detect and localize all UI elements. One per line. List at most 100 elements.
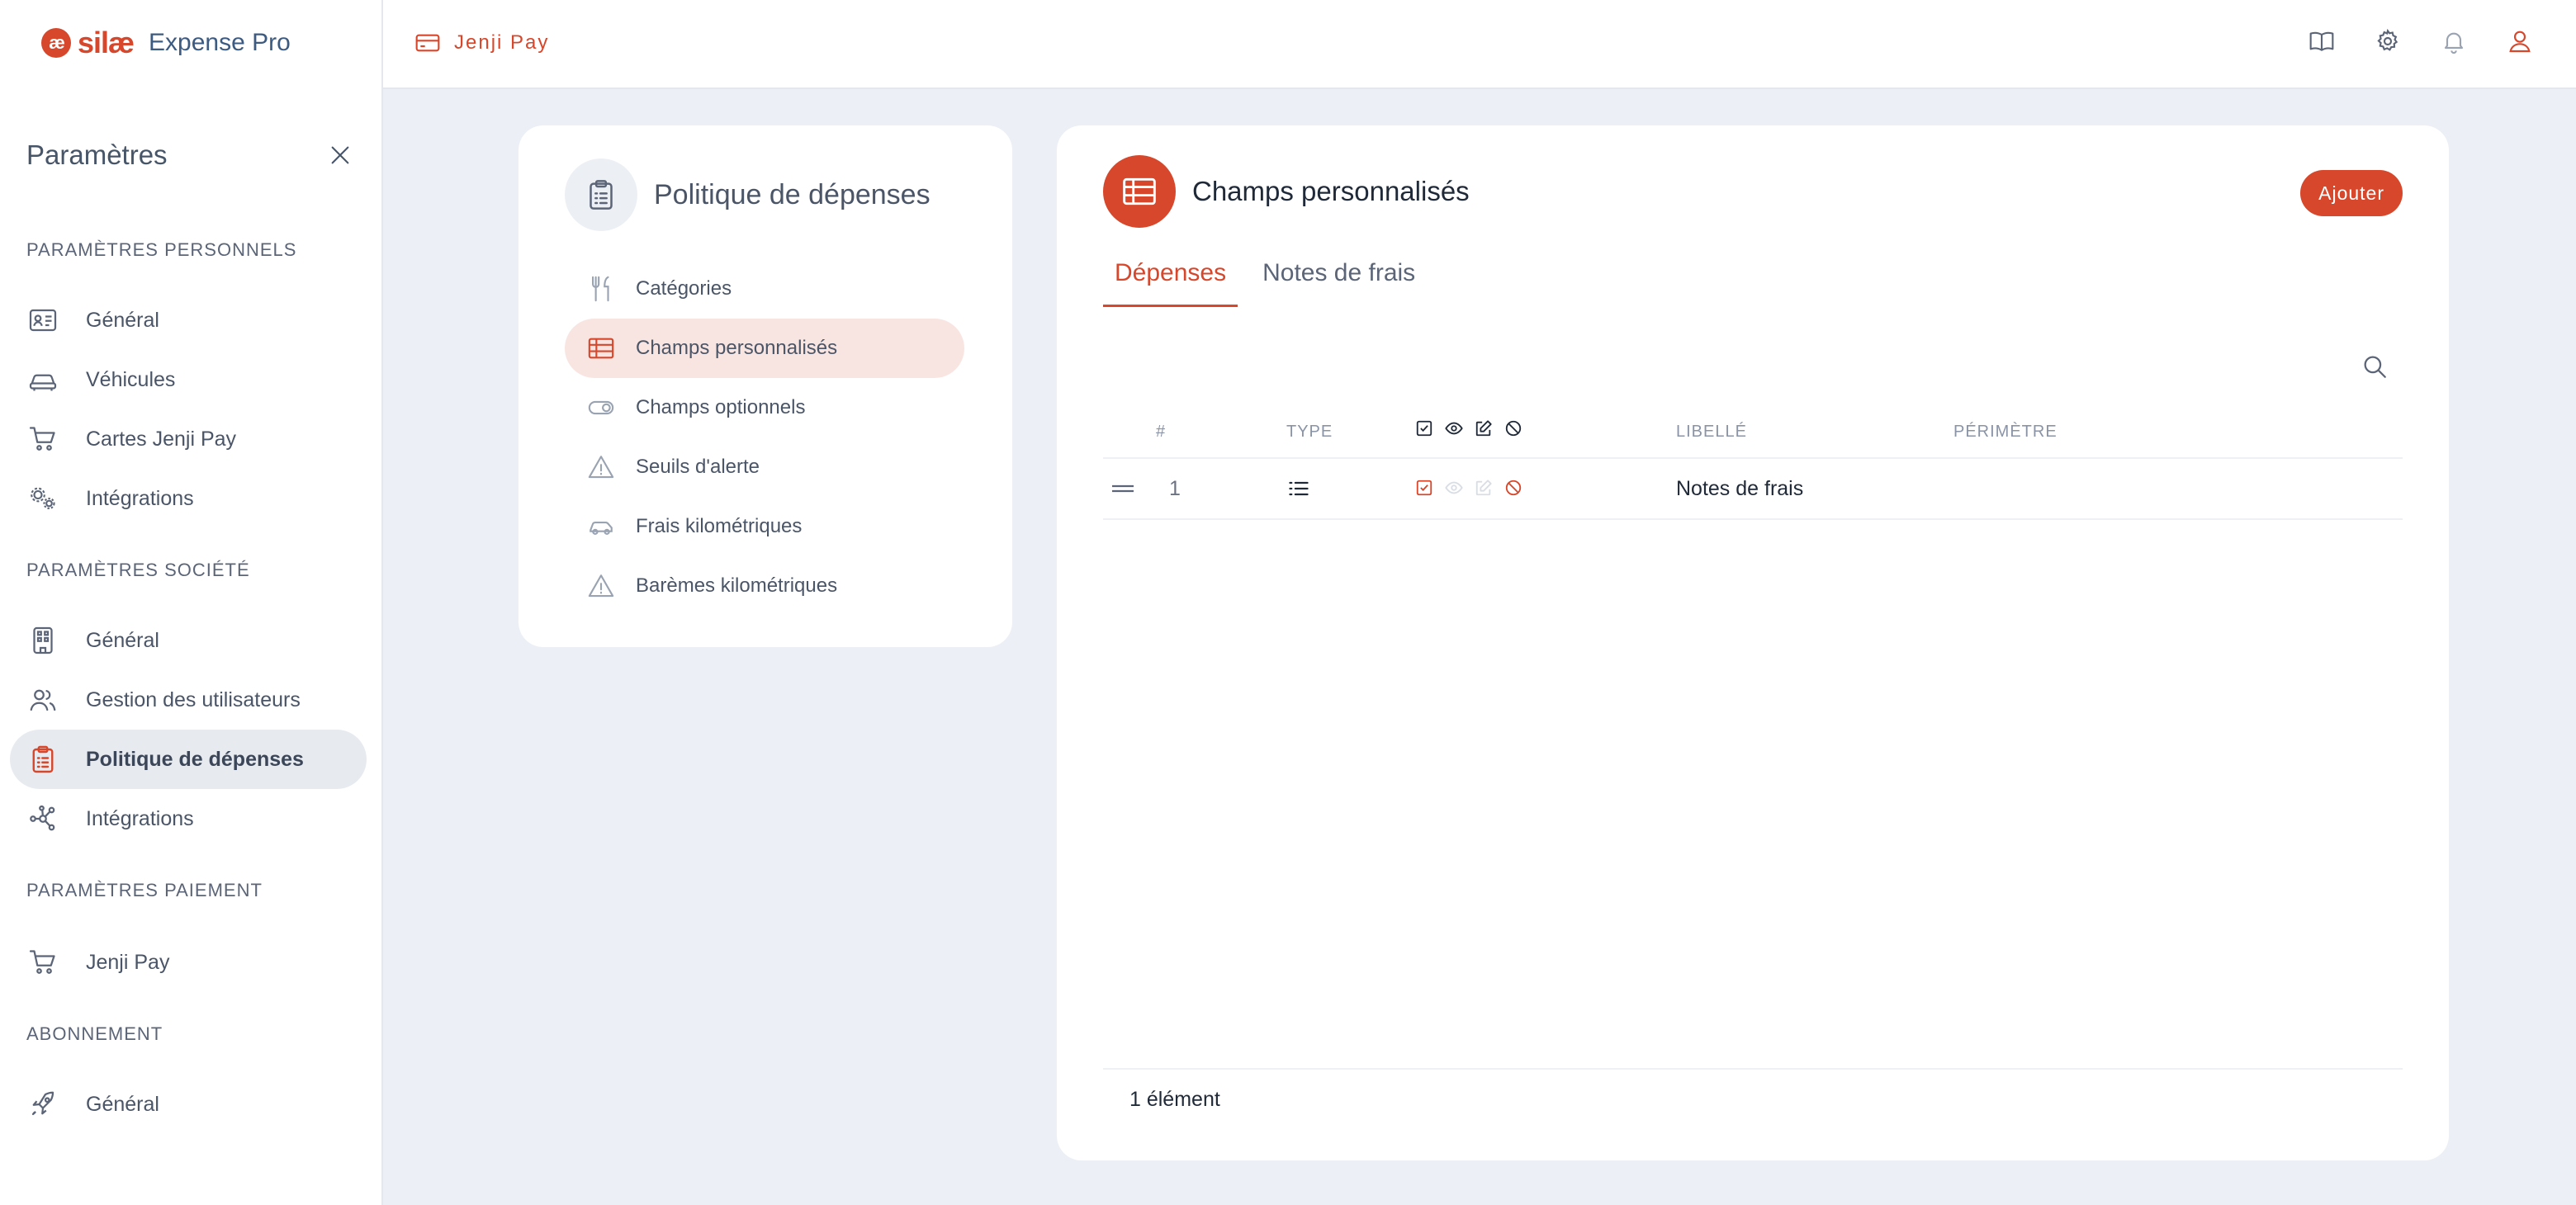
close-icon[interactable]: [324, 139, 357, 172]
policy-item-custom-fields[interactable]: Champs personnalisés: [565, 319, 964, 378]
policy-item-label: Barèmes kilométriques: [636, 574, 838, 597]
cart-icon: [26, 423, 59, 456]
custom-fields-table: # TYPE LIBELLÉ PÉRIMÈTRE 1 Notes de frai…: [1103, 411, 2403, 520]
tabs: Dépenses Notes de frais: [1103, 254, 1440, 307]
section-label-company: PARAMÈTRES SOCIÉTÉ: [26, 560, 250, 580]
policy-item-label: Champs personnalisés: [636, 337, 838, 359]
table-icon: [1103, 155, 1176, 228]
policy-item-alert-thresholds[interactable]: Seuils d'alerte: [565, 437, 964, 497]
sidebar-item-jenji-pay[interactable]: Jenji Pay: [10, 933, 367, 992]
policy-item-mileage-expenses[interactable]: Frais kilométriques: [565, 497, 964, 556]
edit-icon[interactable]: [1475, 479, 1493, 497]
cart-icon: [26, 946, 59, 979]
row-number: 1: [1169, 477, 1181, 500]
eye-icon[interactable]: [1445, 479, 1463, 497]
section-label-payment: PARAMÈTRES PAIEMENT: [26, 880, 263, 900]
utensils-icon: [585, 272, 618, 305]
policy-item-label: Frais kilométriques: [636, 515, 803, 537]
tab-expense-reports[interactable]: Notes de frais: [1251, 254, 1427, 307]
policy-header: Politique de dépenses: [565, 158, 930, 231]
app-logo[interactable]: æ silæ Expense Pro: [41, 25, 291, 61]
clipboard-icon: [565, 158, 637, 231]
id-card-icon: [26, 304, 59, 337]
column-header-num: #: [1156, 423, 1167, 441]
sidebar-item-label: Intégrations: [86, 486, 194, 510]
table-footer-divider: [1103, 1068, 2403, 1070]
clipboard-icon: [26, 743, 59, 776]
policy-item-label: Catégories: [636, 277, 732, 300]
row-flags: [1415, 479, 1522, 497]
top-icons: [2305, 25, 2536, 58]
network-icon: [26, 802, 59, 835]
sidebar-item-label: Général: [86, 628, 159, 652]
gear-icon[interactable]: [2371, 25, 2404, 58]
logo-product: Expense Pro: [149, 29, 291, 56]
policy-item-categories[interactable]: Catégories: [565, 259, 964, 319]
gears-icon: [26, 482, 59, 515]
add-button[interactable]: Ajouter: [2300, 170, 2403, 216]
user-icon[interactable]: [2503, 25, 2536, 58]
sidebar-item-label: Véhicules: [86, 367, 176, 391]
custom-fields-card: Champs personnalisés Ajouter Dépenses No…: [1057, 125, 2449, 1160]
table-row[interactable]: 1 Notes de frais: [1103, 459, 2403, 520]
sidebar-item-integrations-personal[interactable]: Intégrations: [10, 469, 367, 528]
sidebar-item-label: Général: [86, 308, 159, 332]
main-header: Champs personnalisés: [1103, 155, 1470, 228]
sidebar-item-label: Général: [86, 1092, 159, 1116]
book-icon[interactable]: [2305, 25, 2338, 58]
rocket-icon: [26, 1088, 59, 1121]
top-brand-label: Jenji Pay: [454, 31, 550, 54]
checkbox-icon[interactable]: [1415, 479, 1433, 497]
building-icon: [26, 624, 59, 657]
sidebar-item-integrations-company[interactable]: Intégrations: [10, 789, 367, 848]
car-icon: [26, 363, 59, 396]
sidebar-title: Paramètres: [26, 139, 168, 170]
sidebar-header: Paramètres: [26, 134, 357, 177]
sidebar-item-label: Cartes Jenji Pay: [86, 427, 237, 451]
column-header-type: TYPE: [1286, 423, 1333, 441]
warning-icon: [585, 451, 618, 484]
policy-menu-card: Politique de dépenses Catégories Champs …: [519, 125, 1012, 647]
row-label: Notes de frais: [1676, 477, 1804, 500]
sidebar-item-cards[interactable]: Cartes Jenji Pay: [10, 409, 367, 469]
section-label-personal: PARAMÈTRES PERSONNELS: [26, 239, 297, 260]
sidebar-item-label: Politique de dépenses: [86, 747, 304, 771]
logo-mark: æ: [41, 28, 71, 58]
search-icon[interactable]: [2358, 350, 2391, 383]
policy-title: Politique de dépenses: [654, 178, 930, 210]
sidebar-item-users[interactable]: Gestion des utilisateurs: [10, 670, 367, 730]
policy-item-optional-fields[interactable]: Champs optionnels: [565, 378, 964, 437]
bell-icon[interactable]: [2437, 25, 2470, 58]
sidebar-item-expense-policy[interactable]: Politique de dépenses: [10, 730, 367, 789]
sidebar-item-general-company[interactable]: Général: [10, 611, 367, 670]
warning-icon: [585, 569, 618, 602]
column-header-flags: [1415, 419, 1522, 437]
users-icon: [26, 683, 59, 716]
eye-icon: [1445, 419, 1463, 437]
section-label-subscription: ABONNEMENT: [26, 1023, 163, 1044]
sidebar: æ silæ Expense Pro Paramètres PARAMÈTRES…: [0, 0, 383, 1205]
sidebar-item-label: Intégrations: [86, 806, 194, 830]
drag-handle-icon[interactable]: [1111, 482, 1134, 495]
policy-item-label: Champs optionnels: [636, 396, 806, 418]
ban-icon[interactable]: [1504, 479, 1522, 497]
sidebar-item-label: Gestion des utilisateurs: [86, 688, 301, 711]
sidebar-item-general-personal[interactable]: Général: [10, 291, 367, 350]
topbar: Jenji Pay: [383, 0, 2576, 89]
car-icon: [585, 510, 618, 543]
sidebar-item-label: Jenji Pay: [86, 950, 170, 974]
logo-brand: silæ: [78, 26, 135, 59]
sidebar-item-vehicles[interactable]: Véhicules: [10, 350, 367, 409]
tab-expenses[interactable]: Dépenses: [1103, 254, 1238, 307]
policy-item-label: Seuils d'alerte: [636, 456, 760, 478]
column-header-label: LIBELLÉ: [1676, 423, 1747, 441]
policy-item-mileage-scales[interactable]: Barèmes kilométriques: [565, 556, 964, 616]
card-icon: [414, 30, 441, 56]
ban-icon: [1504, 419, 1522, 437]
sidebar-item-general-subscription[interactable]: Général: [10, 1075, 367, 1134]
edit-icon: [1475, 419, 1493, 437]
jenji-pay-link[interactable]: Jenji Pay: [414, 25, 549, 61]
toggle-icon: [585, 391, 618, 424]
table-icon: [585, 332, 618, 365]
checkbox-icon: [1415, 419, 1433, 437]
